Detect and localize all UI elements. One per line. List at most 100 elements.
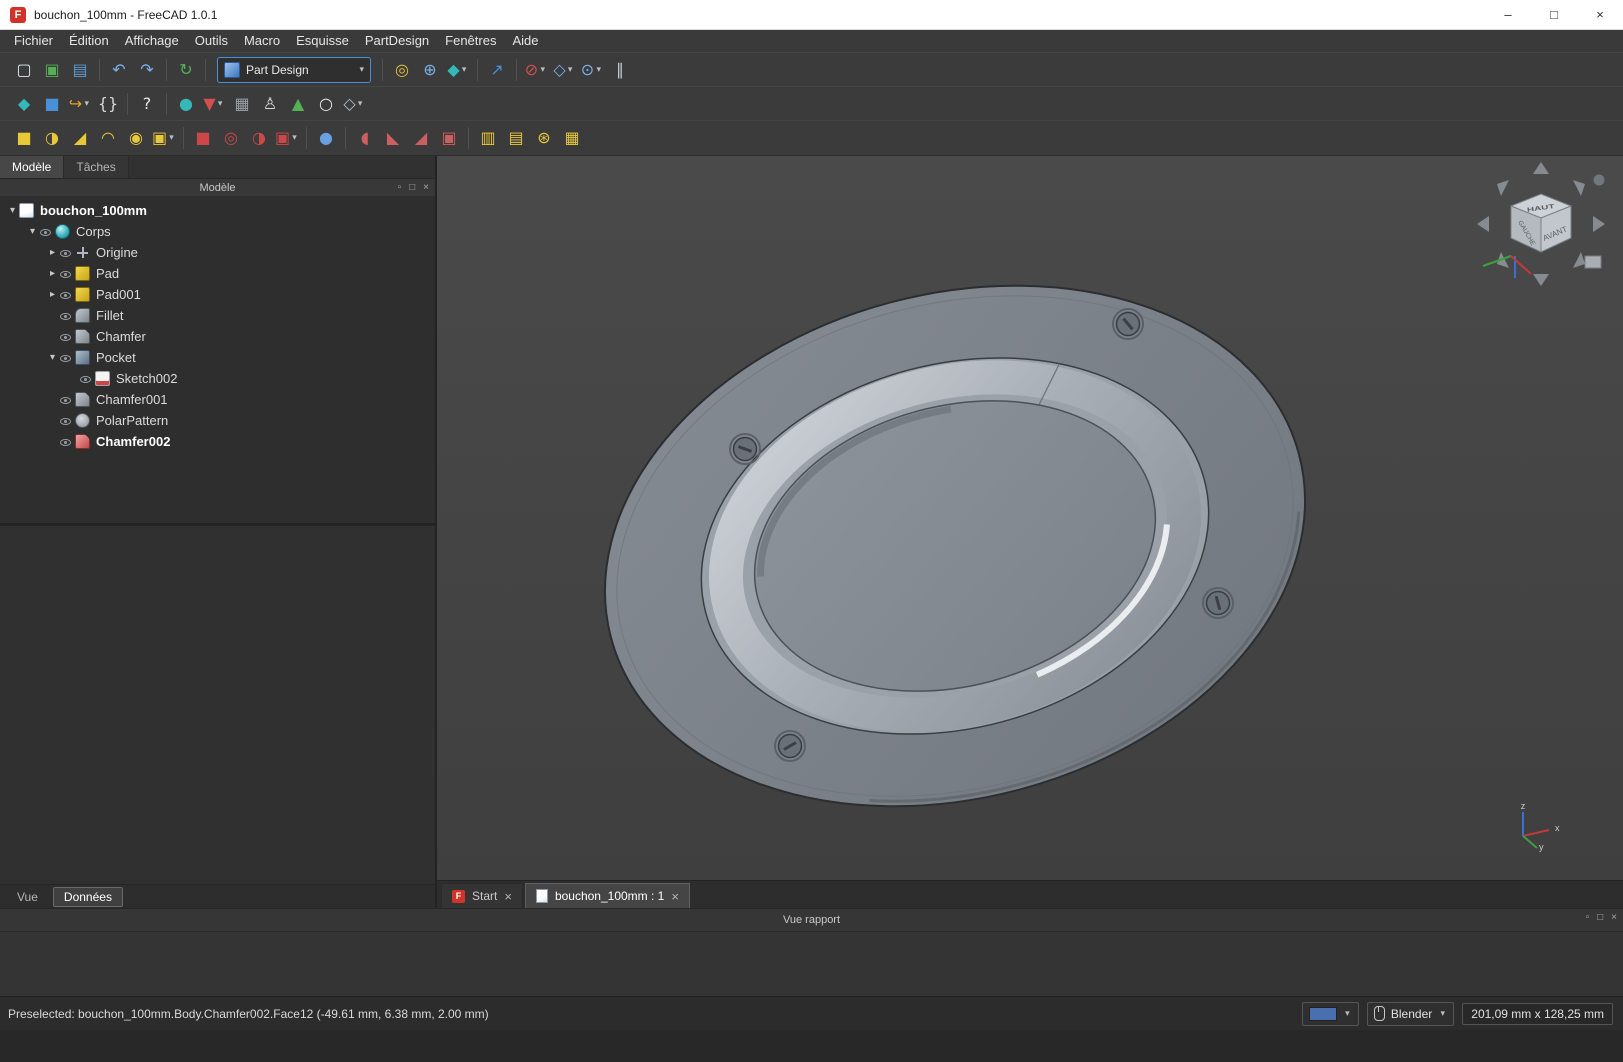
measure-part-button[interactable]: ◇ bbox=[341, 91, 367, 117]
tree-row[interactable]: ▸ Pad bbox=[0, 263, 435, 284]
tree-row[interactable]: ▸ Pad001 bbox=[0, 284, 435, 305]
refresh-button[interactable]: ↻ bbox=[173, 57, 199, 83]
draft-button[interactable]: ◢ bbox=[408, 125, 434, 151]
tree-row[interactable]: ▾ Corps bbox=[0, 221, 435, 242]
nav-style-combo[interactable]: Blender bbox=[1367, 1002, 1454, 1026]
chamfer-button[interactable]: ◣ bbox=[380, 125, 406, 151]
menu-outils[interactable]: Outils bbox=[187, 30, 236, 52]
sync-view-button[interactable]: ↗ bbox=[484, 57, 510, 83]
tab-taches[interactable]: Tâches bbox=[64, 156, 128, 178]
new-document-button[interactable]: ▢ bbox=[11, 57, 37, 83]
random-color-button[interactable]: ▼ bbox=[201, 91, 227, 117]
expand-arrow-icon[interactable]: ▾ bbox=[46, 352, 59, 363]
navigation-cube[interactable]: HAUT GAUCHE AVANT bbox=[1471, 160, 1611, 292]
mdi-tab-bouchon[interactable]: bouchon_100mm : 1 bbox=[525, 883, 690, 908]
close-tab-button[interactable] bbox=[504, 890, 512, 903]
menu-edition[interactable]: Édition bbox=[61, 30, 117, 52]
menu-fichier[interactable]: Fichier bbox=[6, 30, 61, 52]
clipping-plane-button[interactable]: ⊘ bbox=[523, 57, 549, 83]
additive-primitive-button[interactable]: ▣ bbox=[151, 125, 177, 151]
expression-button[interactable]: {} bbox=[95, 91, 121, 117]
close-panel-button[interactable]: × bbox=[1611, 913, 1617, 923]
isometric-view-button[interactable]: ◆ bbox=[445, 57, 471, 83]
bouchon-model[interactable] bbox=[546, 210, 1364, 880]
measure-button[interactable]: ∥ bbox=[607, 57, 633, 83]
pocket-button[interactable]: ■ bbox=[190, 125, 216, 151]
additive-pipe-button[interactable]: ◠ bbox=[95, 125, 121, 151]
make-link-button[interactable]: ↪ bbox=[67, 91, 93, 117]
tab-donnees[interactable]: Données bbox=[53, 887, 123, 907]
expand-arrow-icon[interactable]: ▾ bbox=[26, 226, 39, 237]
3d-viewport[interactable]: HAUT GAUCHE AVANT z x y bbox=[437, 156, 1623, 880]
boolean-button[interactable]: ● bbox=[313, 125, 339, 151]
3d-canvas[interactable] bbox=[437, 156, 1623, 880]
fit-all-button[interactable]: ◎ bbox=[389, 57, 415, 83]
expand-arrow-icon[interactable]: ▸ bbox=[46, 247, 59, 258]
hole-button[interactable]: ◎ bbox=[218, 125, 244, 151]
mdi-tab-start[interactable]: Start bbox=[441, 883, 523, 908]
menu-fenetres[interactable]: Fenêtres bbox=[437, 30, 504, 52]
create-group-button[interactable]: ■ bbox=[39, 91, 65, 117]
pad-button[interactable]: ■ bbox=[11, 125, 37, 151]
texture-button[interactable]: ▲ bbox=[285, 91, 311, 117]
tree-row[interactable]: Sketch002 bbox=[0, 368, 435, 389]
multitransform-button[interactable]: ▦ bbox=[559, 125, 585, 151]
additive-loft-button[interactable]: ◢ bbox=[67, 125, 93, 151]
menu-esquisse[interactable]: Esquisse bbox=[288, 30, 357, 52]
expand-arrow-icon[interactable]: ▾ bbox=[6, 205, 19, 216]
revolution-button[interactable]: ◑ bbox=[39, 125, 65, 151]
minimize-panel-button[interactable]: ▫ bbox=[1586, 913, 1590, 923]
close-panel-button[interactable]: × bbox=[423, 183, 429, 193]
tab-modele[interactable]: Modèle bbox=[0, 156, 64, 178]
tree-row[interactable]: ▾ bouchon_100mm bbox=[0, 200, 435, 221]
whats-this-button[interactable]: ? bbox=[134, 91, 160, 117]
polar-pattern-button[interactable]: ⊛ bbox=[531, 125, 557, 151]
draw-style-button[interactable]: ◇ bbox=[551, 57, 577, 83]
float-panel-button[interactable]: □ bbox=[409, 183, 415, 193]
close-button[interactable]: × bbox=[1577, 0, 1623, 29]
material-button[interactable]: ○ bbox=[313, 91, 339, 117]
redo-button[interactable]: ↷ bbox=[134, 57, 160, 83]
tree-row[interactable]: Chamfer bbox=[0, 326, 435, 347]
float-panel-button[interactable]: □ bbox=[1597, 913, 1603, 923]
mirrored-button[interactable]: ▥ bbox=[475, 125, 501, 151]
subtractive-primitive-button[interactable]: ▣ bbox=[274, 125, 300, 151]
manipulator-button[interactable]: ♙ bbox=[257, 91, 283, 117]
chevron-down-icon bbox=[538, 65, 547, 75]
menu-aide[interactable]: Aide bbox=[504, 30, 546, 52]
bounding-box-button[interactable]: ▦ bbox=[229, 91, 255, 117]
expand-arrow-icon[interactable]: ▸ bbox=[46, 268, 59, 279]
minimize-panel-button[interactable]: ▫ bbox=[398, 183, 402, 193]
tree-row[interactable]: Chamfer001 bbox=[0, 389, 435, 410]
tree-row[interactable]: Fillet bbox=[0, 305, 435, 326]
additive-helix-button[interactable]: ◉ bbox=[123, 125, 149, 151]
maximize-button[interactable]: □ bbox=[1531, 0, 1577, 29]
unit-combo[interactable] bbox=[1302, 1002, 1359, 1026]
zoom-tools-button[interactable]: ⊙ bbox=[579, 57, 605, 83]
save-button[interactable]: ▤ bbox=[67, 57, 93, 83]
thickness-button[interactable]: ▣ bbox=[436, 125, 462, 151]
create-part-button[interactable]: ◆ bbox=[11, 91, 37, 117]
navcube-mini-cube[interactable] bbox=[1585, 256, 1601, 268]
workbench-selector[interactable]: Part Design bbox=[217, 57, 371, 83]
tree-row[interactable]: ▾ Pocket bbox=[0, 347, 435, 368]
model-tree: ▾ bouchon_100mm ▾ Corps ▸ Origine bbox=[0, 196, 435, 523]
menu-affichage[interactable]: Affichage bbox=[117, 30, 187, 52]
zoom-selection-button[interactable]: ⊕ bbox=[417, 57, 443, 83]
tree-row[interactable]: Chamfer002 bbox=[0, 431, 435, 452]
close-tab-button[interactable] bbox=[671, 890, 679, 903]
navcube-dot[interactable] bbox=[1594, 175, 1605, 186]
menu-macro[interactable]: Macro bbox=[236, 30, 288, 52]
menu-partdesign[interactable]: PartDesign bbox=[357, 30, 437, 52]
undo-button[interactable]: ↶ bbox=[106, 57, 132, 83]
tree-row[interactable]: ▸ Origine bbox=[0, 242, 435, 263]
tree-row[interactable]: PolarPattern bbox=[0, 410, 435, 431]
tab-vue[interactable]: Vue bbox=[6, 887, 49, 907]
minimize-button[interactable]: – bbox=[1485, 0, 1531, 29]
linear-pattern-button[interactable]: ▤ bbox=[503, 125, 529, 151]
open-document-button[interactable]: ▣ bbox=[39, 57, 65, 83]
fillet-button[interactable]: ◖ bbox=[352, 125, 378, 151]
expand-arrow-icon[interactable]: ▸ bbox=[46, 289, 59, 300]
groove-button[interactable]: ◑ bbox=[246, 125, 272, 151]
appearance-button[interactable]: ● bbox=[173, 91, 199, 117]
